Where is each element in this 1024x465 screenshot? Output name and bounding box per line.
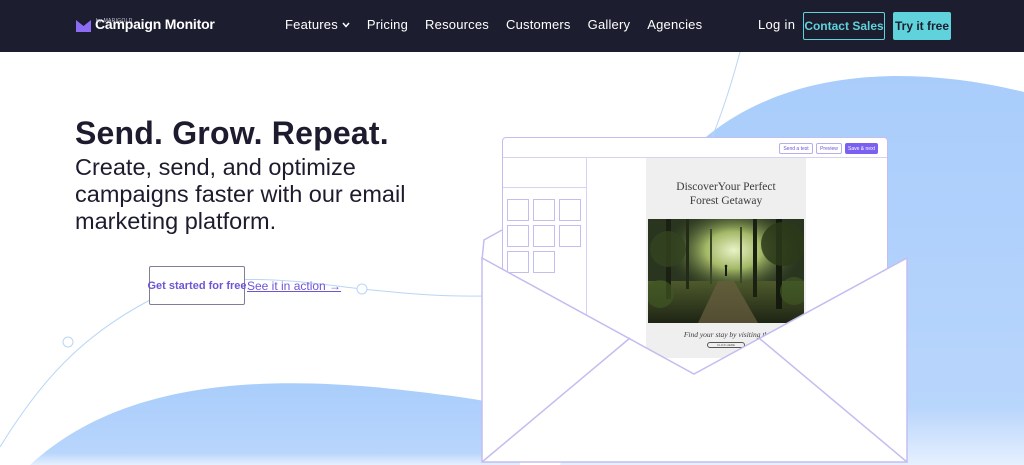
hero-subtitle: Create, send, and optimize campaigns fas… — [75, 154, 406, 234]
layout-tile — [533, 199, 555, 221]
layout-tile — [559, 199, 581, 221]
envelope-illustration — [481, 229, 908, 463]
nav-link-pricing[interactable]: Pricing — [367, 17, 408, 33]
sidebar-divider — [503, 187, 587, 188]
nav-link-resources[interactable]: Resources — [425, 17, 489, 33]
save-next-button: Save & next — [845, 143, 878, 154]
nav-link-features[interactable]: Features — [285, 17, 350, 33]
chevron-down-icon — [342, 22, 350, 28]
brand-logo[interactable]: Campaign Monitor — [76, 14, 215, 34]
nav-link-gallery[interactable]: Gallery — [588, 17, 631, 33]
get-started-button[interactable]: Get started for free — [147, 266, 247, 305]
preview-button: Preview — [816, 143, 842, 154]
logo-envelope-icon — [76, 20, 91, 32]
brand-subtitle: by MARIGOLD — [96, 18, 133, 24]
login-link[interactable]: Log in — [758, 17, 795, 33]
nav-links: Features Pricing Resources Customers Gal… — [285, 17, 719, 33]
layout-tile — [507, 199, 529, 221]
see-it-in-action-link[interactable]: See it in action → — [247, 279, 341, 293]
nav-link-agencies[interactable]: Agencies — [647, 17, 702, 33]
brand-name: Campaign Monitor — [95, 16, 215, 32]
hero-title: Send. Grow. Repeat. — [75, 115, 389, 151]
contact-sales-button[interactable]: Contact Sales — [803, 12, 885, 40]
send-test-button: Send a test — [779, 143, 813, 154]
email-headline: DiscoverYour Perfect Forest Getaway — [676, 181, 776, 207]
top-nav: Campaign Monitor by MARIGOLD Features Pr… — [0, 0, 1024, 52]
nav-link-customers[interactable]: Customers — [506, 17, 571, 33]
try-free-button[interactable]: Try it free — [893, 12, 951, 40]
editor-toolbar: Send a test Preview Save & next — [503, 138, 887, 158]
